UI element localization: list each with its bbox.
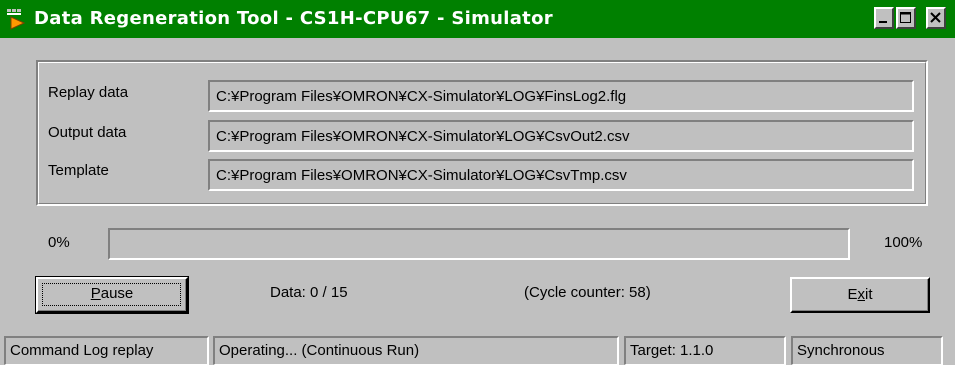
app-icon: [7, 9, 26, 30]
output-data-field[interactable]: C:¥Program Files¥OMRON¥CX-Simulator¥LOG¥…: [208, 120, 914, 152]
status-sync-text: Synchronous: [797, 342, 885, 359]
replay-data-label: Replay data: [48, 84, 129, 101]
progress-bar: [108, 228, 850, 260]
status-target-text: Target: 1.1.0: [630, 342, 714, 359]
minimize-button[interactable]: [874, 7, 894, 29]
status-sync: Synchronous: [791, 336, 943, 365]
template-label: Template: [48, 162, 109, 179]
output-data-value: C:¥Program Files¥OMRON¥CX-Simulator¥LOG¥…: [216, 128, 630, 145]
exit-label-prefix: E: [847, 286, 858, 303]
progress-max-label: 100%: [884, 234, 923, 251]
status-state: Operating... (Continuous Run): [213, 336, 619, 365]
close-button[interactable]: [926, 7, 946, 29]
title-bar[interactable]: Data Regeneration Tool - CS1H-CPU67 - Si…: [0, 0, 955, 38]
data-count: Data: 0 / 15: [270, 284, 348, 301]
replay-data-value: C:¥Program Files¥OMRON¥CX-Simulator¥LOG¥…: [216, 88, 627, 105]
close-icon: [930, 12, 941, 23]
maximize-icon: [900, 12, 911, 23]
exit-button[interactable]: Exit: [790, 277, 930, 313]
exit-mnemonic: x: [857, 286, 866, 303]
status-mode: Command Log replay: [4, 336, 209, 365]
status-mode-text: Command Log replay: [10, 342, 154, 359]
replay-data-field[interactable]: C:¥Program Files¥OMRON¥CX-Simulator¥LOG¥…: [208, 80, 914, 112]
pause-button[interactable]: Pause: [35, 276, 189, 314]
window-title: Data Regeneration Tool - CS1H-CPU67 - Si…: [34, 8, 553, 29]
output-data-label: Output data: [48, 124, 127, 141]
cycle-counter: (Cycle counter: 58): [524, 284, 651, 301]
progress-min-label: 0%: [48, 234, 70, 251]
minimize-icon: [879, 21, 887, 23]
template-field[interactable]: C:¥Program Files¥OMRON¥CX-Simulator¥LOG¥…: [208, 159, 914, 191]
status-state-text: Operating... (Continuous Run): [219, 342, 420, 359]
status-target: Target: 1.1.0: [624, 336, 786, 365]
template-value: C:¥Program Files¥OMRON¥CX-Simulator¥LOG¥…: [216, 167, 627, 184]
maximize-button[interactable]: [896, 7, 916, 29]
exit-label-rest: it: [865, 286, 873, 303]
